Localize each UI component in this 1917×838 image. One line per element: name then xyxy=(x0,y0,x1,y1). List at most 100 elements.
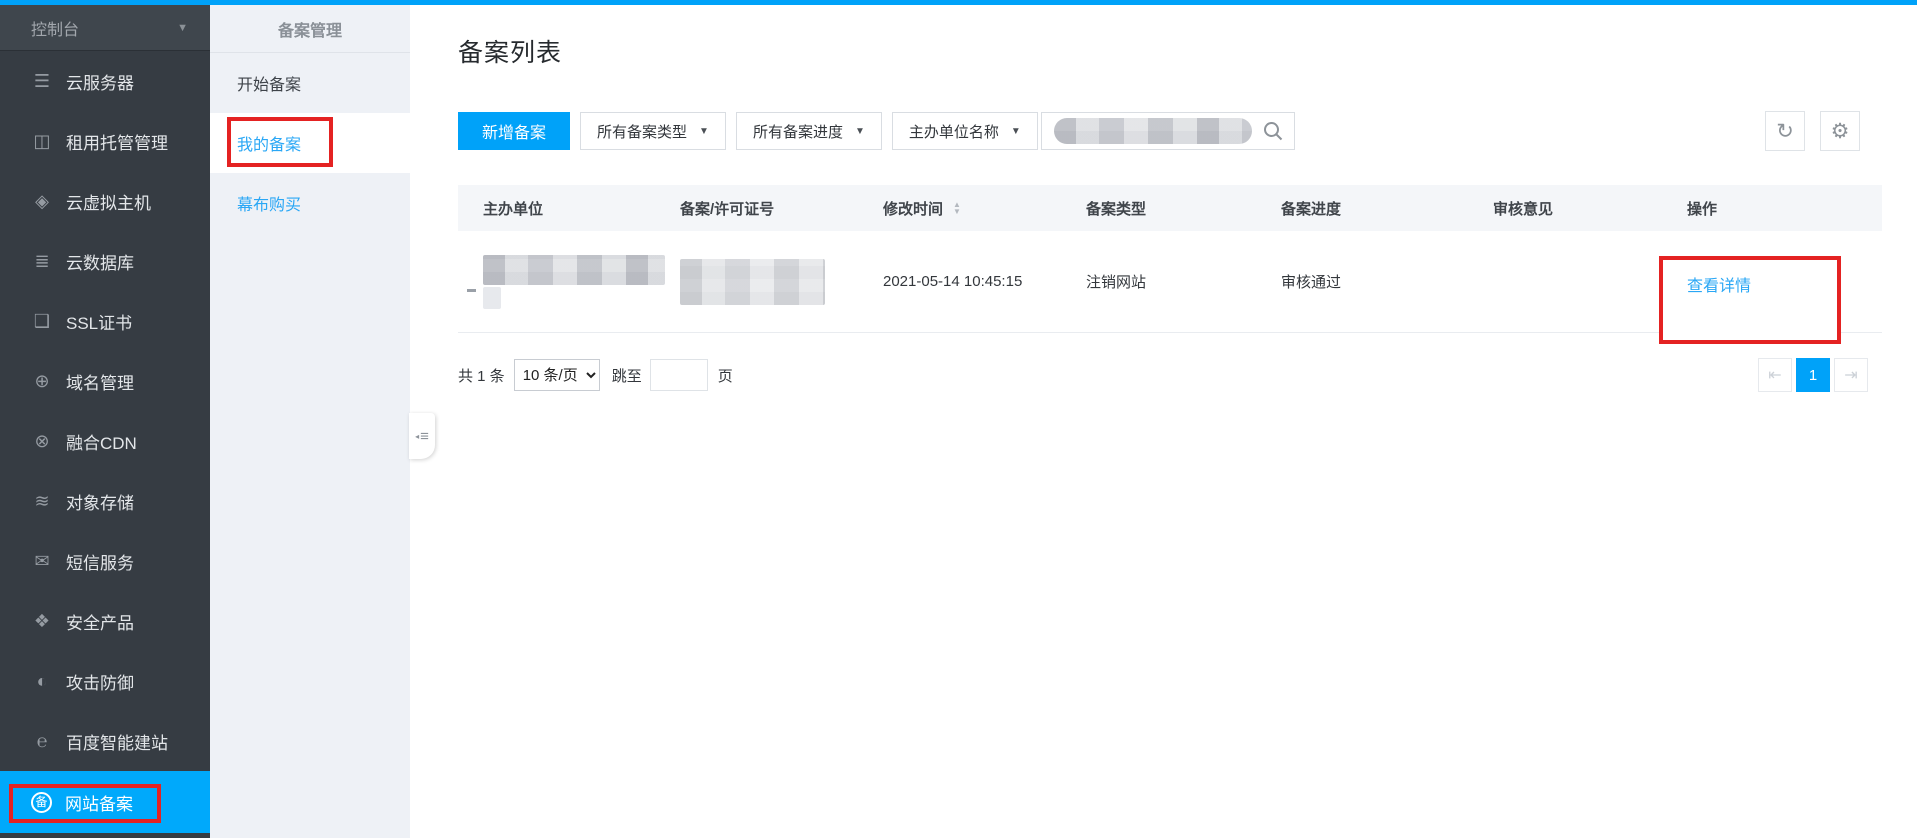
refresh-icon: ↻ xyxy=(1776,121,1794,142)
pager-buttons: ⇤ 1 ⇥ xyxy=(1758,358,1868,392)
console-label: 控制台 xyxy=(31,16,79,40)
filter-label: 所有备案进度 xyxy=(753,121,843,142)
sidebar-item-label: 云服务器 xyxy=(66,69,134,94)
pagination: 共 1 条 10 条/页 跳至 页 ⇤ 1 ⇥ xyxy=(458,358,1882,392)
sidebar-item-cdn[interactable]: ⊗ 融合CDN xyxy=(0,411,210,471)
cell-progress: 审核通过 xyxy=(1281,271,1493,292)
column-header-review: 审核意见 xyxy=(1493,198,1687,219)
cell-type: 注销网站 xyxy=(1086,271,1281,292)
settings-button[interactable]: ⚙ xyxy=(1820,111,1860,151)
last-page-icon: ⇥ xyxy=(1844,365,1857,385)
filing-progress-filter[interactable]: 所有备案进度 ▼ xyxy=(736,112,882,150)
sidebar-item-security-product[interactable]: ❖ 安全产品 xyxy=(0,591,210,651)
sidebar-item-ssl-certificate[interactable]: ❑ SSL证书 xyxy=(0,291,210,351)
sidebar-item-label: 网站备案 xyxy=(65,790,133,815)
jump-page-input[interactable] xyxy=(650,359,708,391)
sidebar-item-label: 域名管理 xyxy=(66,369,134,394)
sidebar-nav: ☰ 云服务器 ◫ 租用托管管理 ◈ 云虚拟主机 ≣ 云数据库 ❑ SSL证书 xyxy=(0,51,210,833)
page-1-button[interactable]: 1 xyxy=(1796,358,1830,392)
website-filing-icon: 备 xyxy=(31,792,52,813)
chevron-left-icon: ◂ xyxy=(415,432,419,441)
sms-service-icon: ✉ xyxy=(31,551,53,572)
virtual-host-icon: ◈ xyxy=(31,191,53,212)
column-header-modified[interactable]: 修改时间 ▲ ▼ xyxy=(883,198,1086,219)
search-icon[interactable] xyxy=(1262,120,1284,142)
view-details-link[interactable]: 查看详情 xyxy=(1687,272,1751,296)
sidebar-item-label: 租用托管管理 xyxy=(66,129,168,154)
console-switcher[interactable]: 控制台 ▼ xyxy=(0,5,210,51)
search-field-selector[interactable]: 主办单位名称 ▼ xyxy=(892,112,1038,150)
sidebar-item-attack-defense[interactable]: ◐ 攻击防御 xyxy=(0,651,210,711)
redacted-license-number xyxy=(680,259,825,305)
sidebar-item-label: 对象存储 xyxy=(66,489,134,514)
column-header-progress: 备案进度 xyxy=(1281,198,1493,219)
site-builder-icon: ℮ xyxy=(31,731,53,752)
sidebar-item-cloud-database[interactable]: ≣ 云数据库 xyxy=(0,231,210,291)
sidebar-item-label: 云虚拟主机 xyxy=(66,189,151,214)
sidebar-item-cloud-server[interactable]: ☰ 云服务器 xyxy=(0,51,210,111)
redacted-dash xyxy=(467,289,476,292)
security-product-icon: ❖ xyxy=(31,611,53,632)
subsidebar-item-curtain-purchase[interactable]: 幕布购买 xyxy=(210,173,410,233)
chevron-down-icon: ▼ xyxy=(699,126,709,137)
toolbar-right-actions: ↻ ⚙ xyxy=(1765,111,1860,151)
redacted-search-text xyxy=(1054,118,1252,144)
domain-management-icon: ⊕ xyxy=(31,371,53,392)
sidebar-item-label: 融合CDN xyxy=(66,429,137,454)
chevron-down-icon: ▼ xyxy=(177,22,188,34)
jump-to-label: 跳至 xyxy=(612,365,642,386)
filter-label: 所有备案类型 xyxy=(597,121,687,142)
sidebar-item-label: 百度智能建站 xyxy=(66,729,168,754)
main-content: 备案列表 新增备案 所有备案类型 ▼ 所有备案进度 ▼ 主办单位名称 ▼ xyxy=(410,5,1917,838)
chevron-down-icon: ▼ xyxy=(855,126,865,137)
page: 控制台 ▼ ☰ 云服务器 ◫ 租用托管管理 ◈ 云虚拟主机 ≣ 云数据 xyxy=(0,0,1917,838)
cdn-icon: ⊗ xyxy=(31,431,53,452)
sidebar-item-label: 安全产品 xyxy=(66,609,134,634)
column-header-license: 备案/许可证号 xyxy=(680,198,883,219)
sidebar-item-hosting-management[interactable]: ◫ 租用托管管理 xyxy=(0,111,210,171)
table-row: 2021-05-14 10:45:15 注销网站 审核通过 查看详情 xyxy=(458,231,1882,333)
page-title: 备案列表 xyxy=(458,33,1917,69)
redacted-org-fragment xyxy=(483,287,501,309)
sidebar-item-label: SSL证书 xyxy=(66,309,132,334)
sidebar-item-site-builder[interactable]: ℮ 百度智能建站 xyxy=(0,711,210,771)
annotation-box-view-details: 查看详情 xyxy=(1659,256,1841,344)
subsidebar-item-my-filings[interactable]: 我的备案 xyxy=(210,113,410,173)
column-header-type: 备案类型 xyxy=(1086,198,1281,219)
column-header-actions: 操作 xyxy=(1687,198,1882,219)
page-unit-label: 页 xyxy=(718,365,733,386)
section-title: 备案管理 xyxy=(210,5,410,53)
first-page-button[interactable]: ⇤ xyxy=(1758,358,1792,392)
sidebar-item-domain-management[interactable]: ⊕ 域名管理 xyxy=(0,351,210,411)
last-page-button[interactable]: ⇥ xyxy=(1834,358,1868,392)
first-page-icon: ⇤ xyxy=(1768,365,1781,385)
page-size-select[interactable]: 10 条/页 xyxy=(514,359,600,391)
filing-table: 主办单位 备案/许可证号 修改时间 ▲ ▼ 备案类型 备案进度 审核意见 操作 xyxy=(458,185,1882,333)
primary-sidebar: 控制台 ▼ ☰ 云服务器 ◫ 租用托管管理 ◈ 云虚拟主机 ≣ 云数据 xyxy=(0,5,210,838)
sidebar-item-sms-service[interactable]: ✉ 短信服务 xyxy=(0,531,210,591)
object-storage-icon: ≋ xyxy=(31,491,53,512)
add-filing-button[interactable]: 新增备案 xyxy=(458,112,570,150)
total-count-text: 共 1 条 xyxy=(458,365,505,386)
search-input[interactable] xyxy=(1041,112,1295,150)
sort-down-icon: ▼ xyxy=(953,208,961,215)
subsidebar-item-start-filing[interactable]: 开始备案 xyxy=(210,53,410,113)
sidebar-item-object-storage[interactable]: ≋ 对象存储 xyxy=(0,471,210,531)
sidebar-item-website-filing[interactable]: 备 网站备案 xyxy=(0,771,210,833)
cloud-server-icon: ☰ xyxy=(31,71,53,92)
cell-modified: 2021-05-14 10:45:15 xyxy=(883,273,1086,290)
sidebar-collapse-handle[interactable]: ◂ ≡ xyxy=(409,413,435,459)
collapse-icon: ≡ xyxy=(420,428,429,445)
sidebar-item-label: 云数据库 xyxy=(66,249,134,274)
gear-icon: ⚙ xyxy=(1831,121,1850,142)
cell-license xyxy=(680,259,883,305)
sort-toggle-icon[interactable]: ▲ ▼ xyxy=(953,201,961,215)
redacted-org-name xyxy=(483,255,665,285)
sidebar-item-label: 攻击防御 xyxy=(66,669,134,694)
refresh-button[interactable]: ↻ xyxy=(1765,111,1805,151)
chevron-down-icon: ▼ xyxy=(1011,126,1021,137)
column-header-org: 主办单位 xyxy=(458,198,680,219)
sidebar-item-virtual-host[interactable]: ◈ 云虚拟主机 xyxy=(0,171,210,231)
table-header-row: 主办单位 备案/许可证号 修改时间 ▲ ▼ 备案类型 备案进度 审核意见 操作 xyxy=(458,185,1882,231)
filing-type-filter[interactable]: 所有备案类型 ▼ xyxy=(580,112,726,150)
